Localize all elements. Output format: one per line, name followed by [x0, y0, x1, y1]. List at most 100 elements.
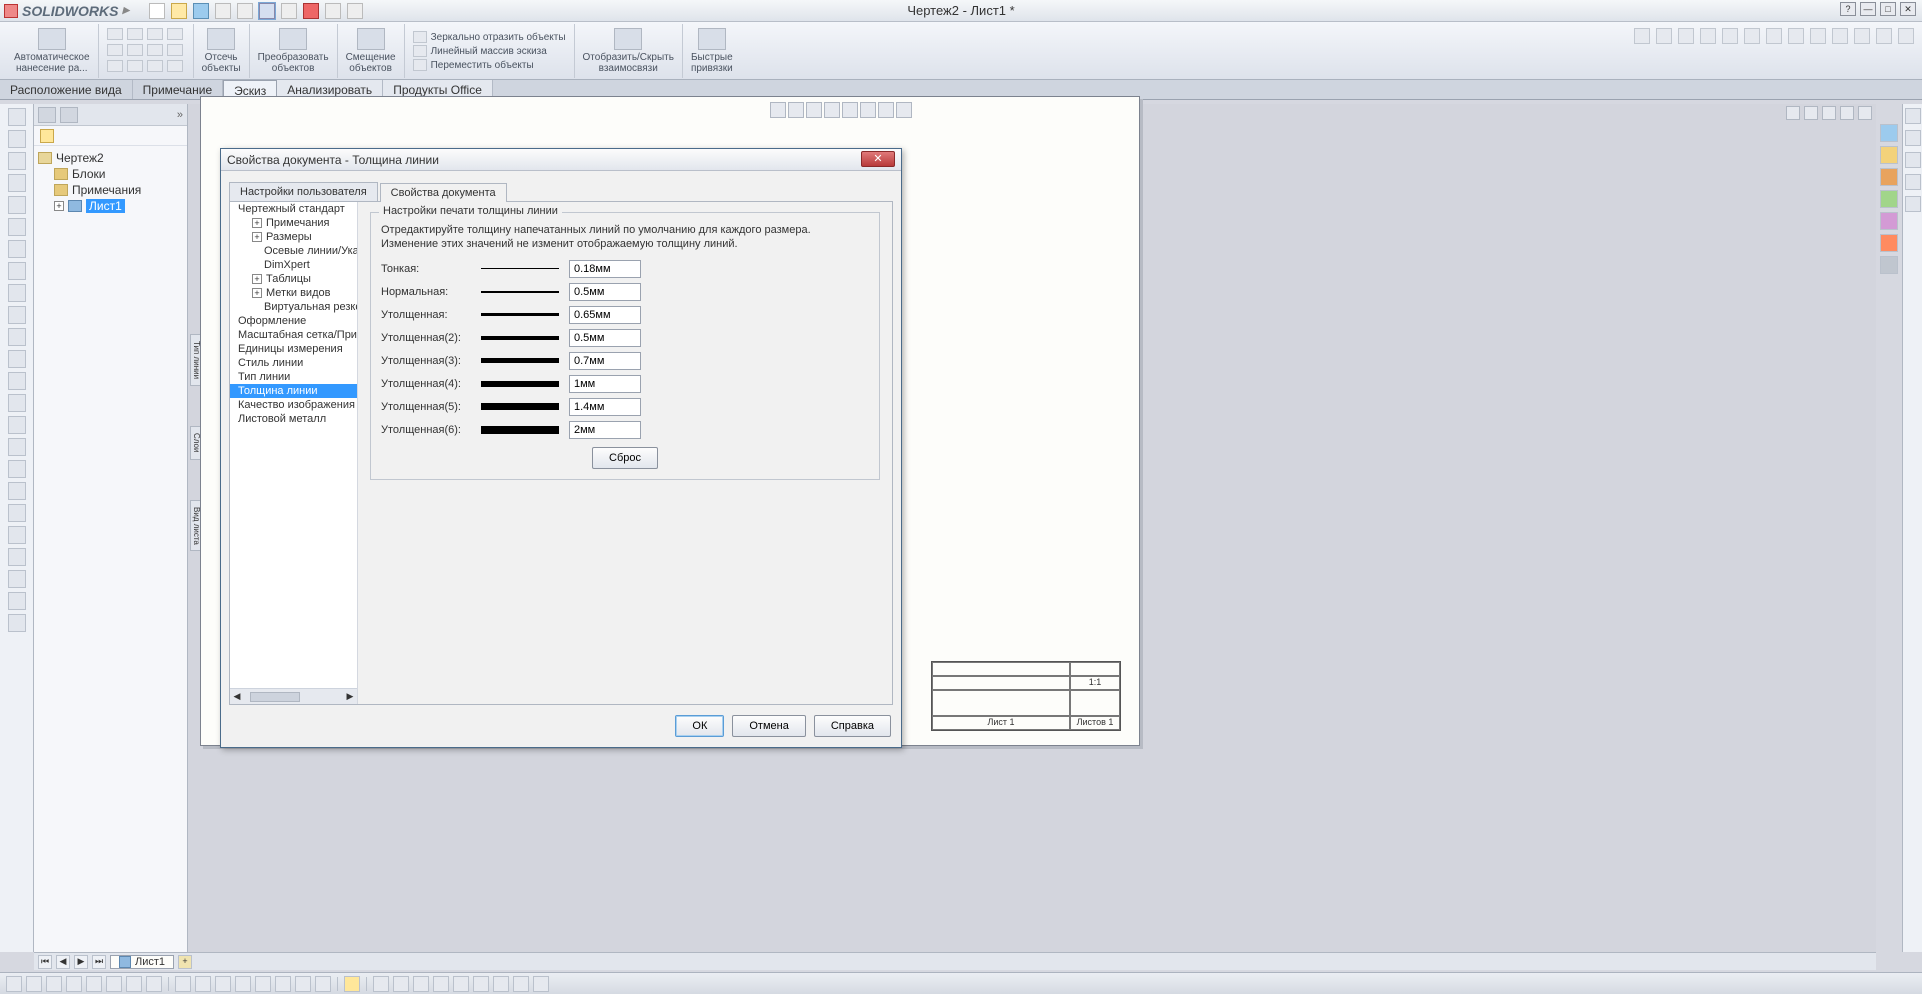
open-icon[interactable]	[171, 3, 187, 19]
task-design-lib-icon[interactable]	[1880, 146, 1898, 164]
lt-display-icon[interactable]	[8, 504, 26, 522]
tree-line-font[interactable]: Тип линии	[230, 370, 357, 384]
sb-8-icon[interactable]	[146, 976, 162, 992]
sb-20-icon[interactable]	[413, 976, 429, 992]
rp-zoom-icon[interactable]	[1905, 108, 1921, 124]
fillet-icon[interactable]	[167, 44, 183, 56]
minimize-button[interactable]: —	[1860, 2, 1876, 16]
tab-layout[interactable]: Расположение вида	[0, 80, 133, 99]
hud-1-icon[interactable]	[1786, 106, 1800, 120]
lt-convert-icon[interactable]	[8, 394, 26, 412]
lt-circle-icon[interactable]	[8, 174, 26, 192]
sb-19-icon[interactable]	[393, 976, 409, 992]
lt-line-icon[interactable]	[8, 130, 26, 148]
tree-image-quality[interactable]: Качество изображения	[230, 398, 357, 412]
tree-grid-snap[interactable]: Масштабная сетка/Привязать	[230, 328, 357, 342]
view-icon-1[interactable]	[1634, 28, 1650, 44]
line-value-input[interactable]	[569, 329, 641, 347]
screen-capture-icon[interactable]	[325, 3, 341, 19]
sb-12-icon[interactable]	[235, 976, 251, 992]
rp-help-icon[interactable]	[1905, 130, 1921, 146]
fm-filter[interactable]	[34, 126, 187, 146]
dialog-tab-document[interactable]: Свойства документа	[380, 183, 507, 202]
sb-11-icon[interactable]	[215, 976, 231, 992]
ribbon-auto-dim[interactable]: Автоматическое нанесение ра...	[6, 24, 99, 78]
tree-sheet-metal[interactable]: Листовой металл	[230, 412, 357, 426]
tree-tables[interactable]: +Таблицы	[230, 272, 357, 286]
view-icon-10[interactable]	[1832, 28, 1848, 44]
select-icon[interactable]	[259, 3, 275, 19]
lt-repair-icon[interactable]	[8, 526, 26, 544]
sheet-add-icon[interactable]: +	[178, 955, 192, 969]
tree-scrollbar[interactable]: ◀▶	[230, 688, 357, 704]
ribbon-convert[interactable]: Преобразовать объектов	[250, 24, 338, 78]
hud-4-icon[interactable]	[1840, 106, 1854, 120]
sb-2-icon[interactable]	[26, 976, 42, 992]
line-icon[interactable]	[107, 28, 123, 40]
line-value-input[interactable]	[569, 398, 641, 416]
sb-7-icon[interactable]	[126, 976, 142, 992]
hud-2-icon[interactable]	[1804, 106, 1818, 120]
tree-drafting-standard[interactable]: Чертежный стандарт	[230, 202, 357, 216]
close-button[interactable]: ✕	[1900, 2, 1916, 16]
line-value-input[interactable]	[569, 306, 641, 324]
sheet-last-icon[interactable]: ⏭	[92, 955, 106, 969]
rp-std-icon[interactable]	[1905, 196, 1921, 212]
lt-mirror-icon[interactable]	[8, 438, 26, 456]
ribbon-display[interactable]: Отобразить/Скрыть взаимосвязи	[575, 24, 683, 78]
fm-tab2-icon[interactable]	[60, 107, 78, 123]
view-icon-9[interactable]	[1810, 28, 1826, 44]
help-button[interactable]: ?	[1840, 2, 1856, 16]
section-icon[interactable]	[824, 102, 840, 118]
dialog-close-button[interactable]: ✕	[861, 151, 895, 167]
ribbon-offset[interactable]: Смещение объектов	[338, 24, 405, 78]
sb-13-icon[interactable]	[255, 976, 271, 992]
ellipse-icon[interactable]	[147, 44, 163, 56]
sb-16-icon[interactable]	[315, 976, 331, 992]
lt-offset-icon[interactable]	[8, 416, 26, 434]
view-icon-11[interactable]	[1854, 28, 1870, 44]
lt-snap-icon[interactable]	[8, 548, 26, 566]
sheet-next-icon[interactable]: ▶	[74, 955, 88, 969]
tree-dimxpert[interactable]: DimXpert	[230, 258, 357, 272]
expand-icon[interactable]: +	[252, 288, 262, 298]
slot-icon[interactable]	[147, 60, 163, 72]
ribbon-trim[interactable]: Отсечь объекты	[194, 24, 250, 78]
fm-tab1-icon[interactable]	[38, 107, 56, 123]
print-icon[interactable]	[215, 3, 231, 19]
tree-dimensions[interactable]: +Размеры	[230, 230, 357, 244]
line-value-input[interactable]	[569, 260, 641, 278]
lt-select-icon[interactable]	[8, 108, 26, 126]
view-icon-13[interactable]	[1898, 28, 1914, 44]
undo-icon[interactable]	[237, 3, 253, 19]
ribbon-mirror[interactable]: Зеркально отразить объекты	[413, 31, 566, 43]
ok-button[interactable]: ОК	[675, 715, 724, 737]
point-icon[interactable]	[107, 60, 123, 72]
hide-show-icon[interactable]	[860, 102, 876, 118]
ribbon-move[interactable]: Переместить объекты	[413, 59, 566, 71]
task-view-palette-icon[interactable]	[1880, 190, 1898, 208]
view-icon-6[interactable]	[1744, 28, 1760, 44]
sb-26-icon[interactable]	[533, 976, 549, 992]
fm-collapse-icon[interactable]: »	[177, 109, 183, 121]
ribbon-pattern[interactable]: Линейный массив эскиза	[413, 45, 566, 57]
lt-rect-icon[interactable]	[8, 152, 26, 170]
tree-line-style[interactable]: Стиль линии	[230, 356, 357, 370]
lt-plane-icon[interactable]	[8, 328, 26, 346]
display-style-icon[interactable]	[842, 102, 858, 118]
expand-icon[interactable]: +	[252, 218, 262, 228]
appearance-icon[interactable]	[896, 102, 912, 118]
hud-3-icon[interactable]	[1822, 106, 1836, 120]
fm-blocks[interactable]: Блоки	[36, 166, 185, 182]
circle-icon[interactable]	[127, 28, 143, 40]
lt-construct-icon[interactable]	[8, 592, 26, 610]
save-icon[interactable]	[193, 3, 209, 19]
sheet-first-icon[interactable]: ⏮	[38, 955, 52, 969]
sheet-prev-icon[interactable]: ◀	[56, 955, 70, 969]
more-icon[interactable]	[347, 3, 363, 19]
chamfer-icon[interactable]	[167, 60, 183, 72]
brand-arrow[interactable]: ▶	[122, 5, 129, 16]
ribbon-quick-snap[interactable]: Быстрые привязки	[683, 24, 741, 78]
reset-button[interactable]: Сброс	[592, 447, 658, 469]
sb-14-icon[interactable]	[275, 976, 291, 992]
